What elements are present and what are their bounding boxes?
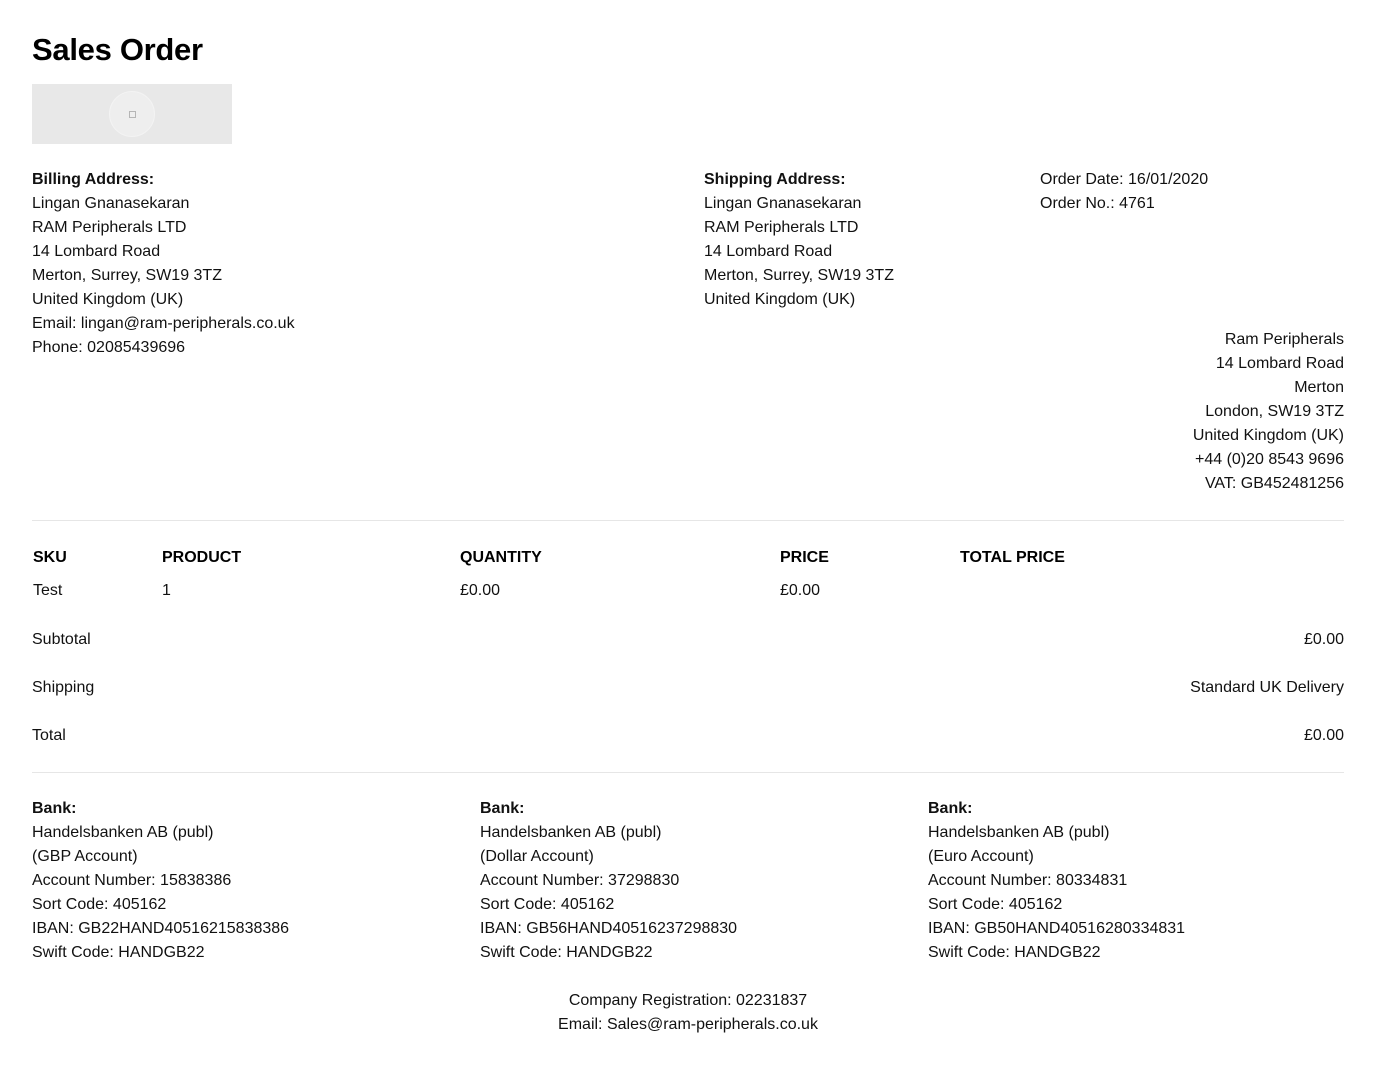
shipping-city: Merton, Surrey, SW19 3TZ xyxy=(704,267,894,284)
bank-iban: IBAN: GB56HAND40516237298830 xyxy=(480,920,738,937)
company-vat: VAT: GB452481256 xyxy=(1204,475,1344,492)
bank-name: Handelsbanken AB (publ) xyxy=(480,824,662,841)
company-street: 14 Lombard Road xyxy=(1215,355,1344,372)
bank-account-type: (Euro Account) xyxy=(928,848,1034,865)
order-details: Order Date: 16/01/2020 Order No.: 4761 xyxy=(1040,168,1208,216)
total-label: Total xyxy=(32,727,66,744)
company-registration: Company Registration: 02231837 xyxy=(568,992,808,1009)
company-country: United Kingdom (UK) xyxy=(1192,427,1344,444)
image-placeholder-icon xyxy=(109,91,155,137)
total-value: £0.00 xyxy=(1303,727,1344,744)
column-header-total-price: TOTAL PRICE xyxy=(960,549,1065,566)
shipping-heading: Shipping Address: xyxy=(704,171,846,188)
bank-heading: Bank: xyxy=(480,800,525,817)
cell-product: 1 xyxy=(162,582,171,599)
bank-swift: Swift Code: HANDGB22 xyxy=(32,944,205,961)
page-title: Sales Order xyxy=(32,32,203,67)
bank-swift: Swift Code: HANDGB22 xyxy=(928,944,1101,961)
shipping-address: Shipping Address: Lingan Gnanasekaran RA… xyxy=(704,168,894,312)
bank-name: Handelsbanken AB (publ) xyxy=(32,824,214,841)
order-date: Order Date: 16/01/2020 xyxy=(1040,171,1209,188)
bank-heading: Bank: xyxy=(32,800,77,817)
column-header-price: PRICE xyxy=(780,549,829,566)
billing-phone: Phone: 02085439696 xyxy=(32,339,186,356)
company-district: Merton xyxy=(1294,379,1344,396)
divider xyxy=(32,772,1344,773)
billing-country: United Kingdom (UK) xyxy=(32,291,184,308)
company-city: London, SW19 3TZ xyxy=(1205,403,1344,420)
bank-account-number: Account Number: 15838386 xyxy=(32,872,232,889)
shipping-country: United Kingdom (UK) xyxy=(704,291,856,308)
subtotal-value: £0.00 xyxy=(1303,631,1344,648)
bank-heading: Bank: xyxy=(928,800,973,817)
billing-address: Billing Address: Lingan Gnanasekaran RAM… xyxy=(32,168,295,360)
column-header-sku: SKU xyxy=(33,549,67,566)
bank-iban: IBAN: GB50HAND40516280334831 xyxy=(928,920,1186,937)
company-address: Ram Peripherals 14 Lombard Road Merton L… xyxy=(1193,328,1344,496)
billing-email: Email: lingan@ram-peripherals.co.uk xyxy=(32,315,295,332)
billing-heading: Billing Address: xyxy=(32,171,155,188)
bank-iban: IBAN: GB22HAND40516215838386 xyxy=(32,920,290,937)
sales-email: Email: Sales@ram-peripherals.co.uk xyxy=(558,1016,818,1033)
cell-quantity: £0.00 xyxy=(460,582,501,599)
billing-city: Merton, Surrey, SW19 3TZ xyxy=(32,267,222,284)
bank-details-gbp: Bank: Handelsbanken AB (publ) (GBP Accou… xyxy=(32,797,289,965)
shipping-value: Standard UK Delivery xyxy=(1190,679,1344,696)
shipping-street: 14 Lombard Road xyxy=(704,243,833,260)
shipping-label: Shipping xyxy=(32,679,95,696)
bank-account-type: (Dollar Account) xyxy=(480,848,594,865)
subtotal-label: Subtotal xyxy=(32,631,91,648)
bank-sort-code: Sort Code: 405162 xyxy=(480,896,615,913)
order-number: Order No.: 4761 xyxy=(1040,195,1155,212)
shipping-name: Lingan Gnanasekaran xyxy=(704,195,862,212)
bank-details-dollar: Bank: Handelsbanken AB (publ) (Dollar Ac… xyxy=(480,797,737,965)
bank-sort-code: Sort Code: 405162 xyxy=(928,896,1063,913)
column-header-quantity: QUANTITY xyxy=(460,549,542,566)
bank-account-number: Account Number: 37298830 xyxy=(480,872,680,889)
company-name: Ram Peripherals xyxy=(1224,331,1344,348)
shipping-company: RAM Peripherals LTD xyxy=(704,219,859,236)
bank-account-number: Account Number: 80334831 xyxy=(928,872,1128,889)
bank-account-type: (GBP Account) xyxy=(32,848,138,865)
billing-name: Lingan Gnanasekaran xyxy=(32,195,190,212)
billing-street: 14 Lombard Road xyxy=(32,243,161,260)
footer: Company Registration: 02231837 Email: Sa… xyxy=(32,989,1344,1037)
bank-swift: Swift Code: HANDGB22 xyxy=(480,944,653,961)
billing-company: RAM Peripherals LTD xyxy=(32,219,187,236)
divider xyxy=(32,520,1344,521)
bank-details-euro: Bank: Handelsbanken AB (publ) (Euro Acco… xyxy=(928,797,1185,965)
cell-sku: Test xyxy=(33,582,63,599)
company-phone: +44 (0)20 8543 9696 xyxy=(1194,451,1344,468)
company-logo xyxy=(32,84,232,144)
bank-name: Handelsbanken AB (publ) xyxy=(928,824,1110,841)
bank-sort-code: Sort Code: 405162 xyxy=(32,896,167,913)
cell-price: £0.00 xyxy=(780,582,821,599)
column-header-product: PRODUCT xyxy=(162,549,242,566)
